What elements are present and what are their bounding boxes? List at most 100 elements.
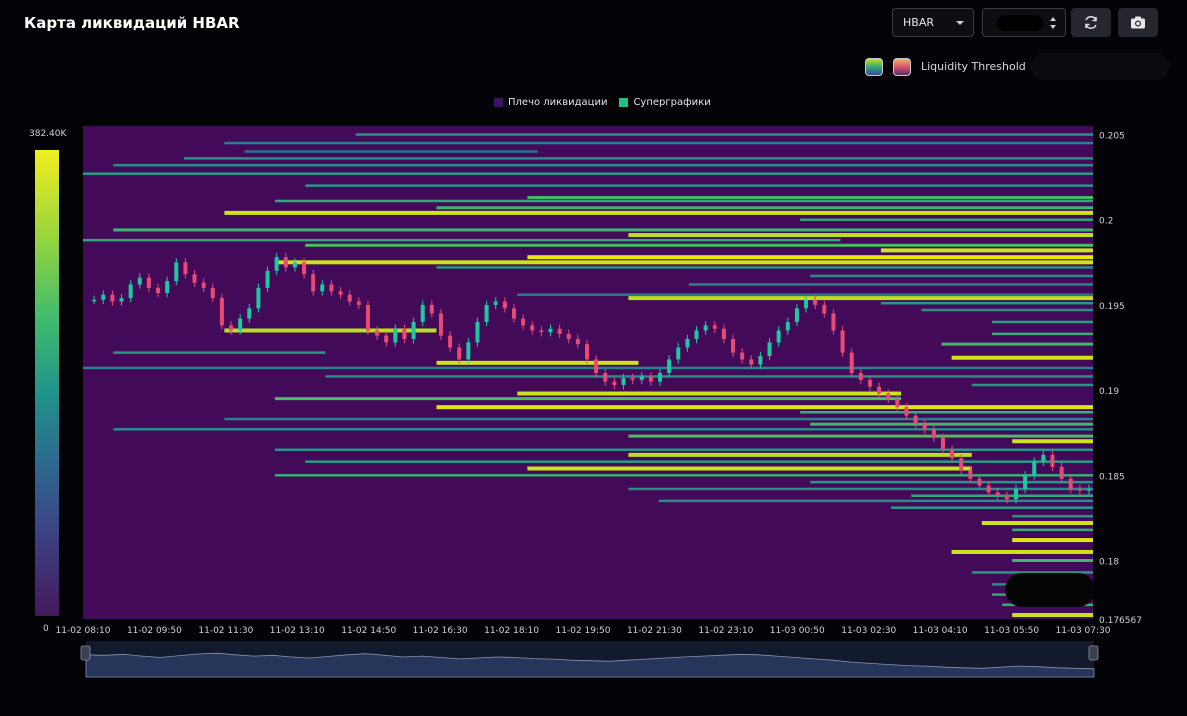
price-candle[interactable] [566,333,571,339]
price-candle[interactable] [292,262,297,268]
price-candle[interactable] [210,287,215,299]
price-candle[interactable] [165,281,170,293]
price-candle[interactable] [658,373,663,382]
price-candle[interactable] [530,325,535,331]
price-candle[interactable] [92,299,97,302]
price-candle[interactable] [521,318,526,326]
price-candle[interactable] [365,304,370,331]
price-candle[interactable] [484,304,489,322]
price-candle[interactable] [1068,478,1073,489]
price-candle[interactable] [1041,454,1046,462]
price-candle[interactable] [502,301,507,309]
price-candle[interactable] [776,330,781,343]
price-candle[interactable] [922,424,927,430]
liquidation-level-bar[interactable] [911,494,1093,498]
liquidation-level-bar[interactable] [517,391,902,396]
price-candle[interactable] [959,458,964,471]
liquidation-heatmap-chart[interactable]: 0.205 0.2 0.195 0.19 0.185 0.18 0.176567 11-02 … [0,0,1187,716]
price-candle[interactable] [137,277,142,285]
price-candle[interactable] [849,352,854,374]
liquidation-level-bar[interactable] [628,296,1093,301]
navigator-left-handle[interactable] [80,645,91,661]
liquidation-level-bar[interactable] [1012,528,1093,532]
price-candle[interactable] [1050,454,1055,467]
price-candle[interactable] [731,338,736,353]
liquidation-level-bar[interactable] [305,184,1093,187]
price-candle[interactable] [402,328,407,339]
price-candle[interactable] [831,313,836,331]
price-candle[interactable] [146,277,151,288]
liquidation-level-bar[interactable] [941,342,1094,346]
price-candle[interactable] [995,492,1000,496]
price-candle[interactable] [466,342,471,360]
price-candle[interactable] [867,379,872,387]
price-candle[interactable] [101,294,106,300]
price-candle[interactable] [438,313,443,336]
price-candle[interactable] [311,274,316,292]
price-candle[interactable] [621,378,626,385]
price-candle[interactable] [575,338,580,345]
price-candle[interactable] [740,352,745,360]
liquidation-level-bar[interactable] [810,480,1093,484]
liquidation-level-bar[interactable] [1012,559,1093,563]
price-candle[interactable] [749,359,754,365]
liquidation-level-bar[interactable] [113,163,1094,167]
price-candle[interactable] [767,342,772,357]
liquidation-level-bar[interactable] [224,210,1093,215]
liquidation-level-bar[interactable] [113,228,1094,232]
liquidation-level-bar[interactable] [517,293,1093,296]
price-candle[interactable] [1077,488,1082,491]
liquidation-level-bar[interactable] [436,206,1094,210]
price-candle[interactable] [548,328,553,333]
price-candle[interactable] [721,328,726,339]
price-candle[interactable] [703,325,708,331]
price-candle[interactable] [813,299,818,305]
price-candle[interactable] [347,294,352,302]
liquidation-level-bar[interactable] [1012,538,1093,543]
price-candle[interactable] [639,376,644,380]
price-candle[interactable] [174,262,179,282]
liquidation-level-bar[interactable] [951,549,1093,554]
liquidation-level-bar[interactable] [628,452,972,457]
price-candle[interactable] [192,274,197,283]
liquidation-level-bar[interactable] [921,308,1093,312]
liquidation-level-bar[interactable] [810,422,1093,426]
navigator-right-handle[interactable] [1088,645,1099,661]
price-candle[interactable] [931,429,936,438]
price-candle[interactable] [393,328,398,343]
liquidation-level-bar[interactable] [355,133,1093,136]
price-candle[interactable] [913,415,918,425]
liquidation-level-bar[interactable] [628,233,1093,238]
liquidation-level-bar[interactable] [981,521,1093,526]
price-candle[interactable] [219,298,224,326]
liquidation-level-bar[interactable] [628,434,1093,438]
price-candle[interactable] [758,356,763,365]
liquidation-level-bar[interactable] [527,196,1093,200]
price-candle[interactable] [822,304,827,314]
liquidation-level-bar[interactable] [992,332,1093,336]
price-candle[interactable] [904,407,909,416]
liquidation-level-bar[interactable] [274,397,902,401]
price-candle[interactable] [648,376,653,382]
price-candle[interactable] [840,330,845,353]
price-candle[interactable] [676,347,681,360]
price-candle[interactable] [794,308,799,322]
price-candle[interactable] [475,321,480,343]
price-candle[interactable] [457,347,462,360]
price-candle[interactable] [411,321,416,339]
liquidation-level-bar[interactable] [689,283,1093,286]
liquidation-level-bar[interactable] [325,375,1093,378]
price-candle[interactable] [1059,466,1064,479]
liquidation-level-bar[interactable] [305,460,1093,463]
price-candle[interactable] [201,282,206,288]
price-candle[interactable] [585,344,589,360]
price-candle[interactable] [256,287,261,309]
price-candle[interactable] [950,449,955,459]
price-candle[interactable] [1023,475,1028,489]
liquidation-level-bar[interactable] [244,150,538,153]
liquidation-level-bar[interactable] [436,360,639,365]
price-candle[interactable] [183,262,188,275]
price-candle[interactable] [886,393,891,399]
liquidation-level-bar[interactable] [274,199,1093,203]
liquidation-level-bar[interactable] [184,157,1093,160]
